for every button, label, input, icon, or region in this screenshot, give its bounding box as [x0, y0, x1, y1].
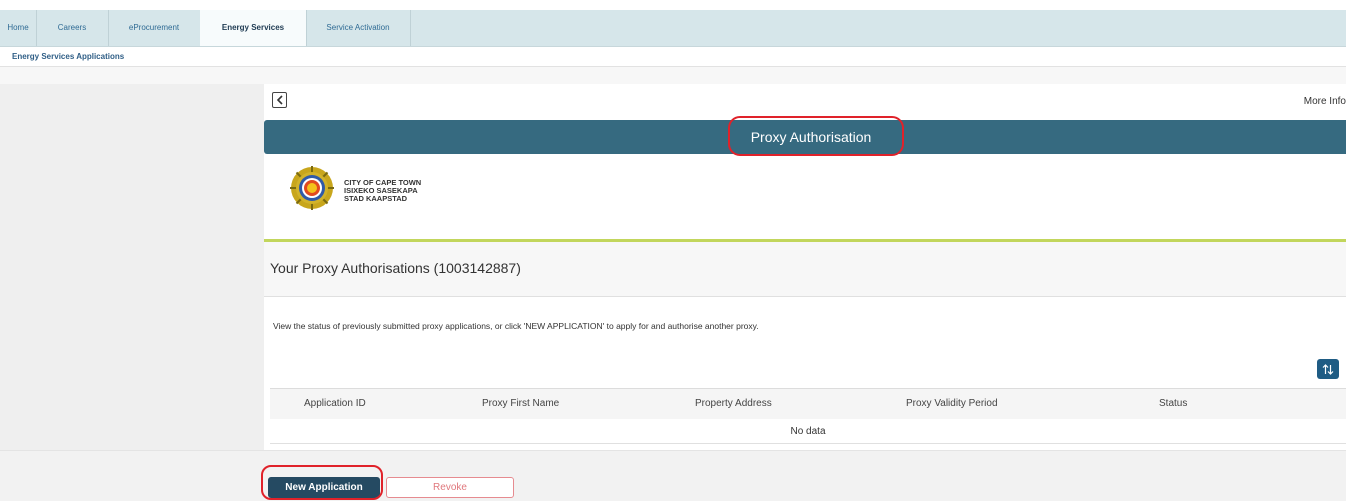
- tab-service-activation[interactable]: Service Activation: [306, 10, 411, 46]
- column-header-application-id[interactable]: Application ID: [304, 398, 366, 409]
- title-bar: Proxy Authorisation: [264, 116, 1346, 156]
- revoke-button[interactable]: Revoke: [386, 477, 514, 498]
- column-header-status[interactable]: Status: [1159, 398, 1187, 409]
- section-title: Your Proxy Authorisations (1003142887): [270, 260, 521, 276]
- logo-line: STAD KAAPSTAD: [344, 194, 408, 203]
- chevron-left-icon: [276, 95, 283, 105]
- subnav-link-energy-services-applications[interactable]: Energy Services Applications: [12, 52, 124, 61]
- tab-eprocurement[interactable]: eProcurement: [108, 10, 201, 46]
- tab-label: Energy Services: [221, 23, 285, 32]
- column-header-property-address[interactable]: Property Address: [695, 398, 772, 409]
- top-strip: [0, 0, 1346, 10]
- logo-text: CITY OF CAPE TOWN ISIXEKO SASEKAPA STAD …: [344, 179, 421, 203]
- tab-energy-services[interactable]: Energy Services: [200, 10, 307, 46]
- left-panel: [0, 84, 264, 450]
- column-header-proxy-first-name[interactable]: Proxy First Name: [482, 398, 559, 409]
- more-info-link[interactable]: More Info: [1304, 96, 1346, 107]
- sort-button[interactable]: [1317, 359, 1339, 379]
- tab-careers[interactable]: Careers: [36, 10, 109, 46]
- empty-state-text: No data: [790, 426, 826, 437]
- back-button[interactable]: [272, 92, 287, 108]
- main-content: More Info Proxy Authorisation CITY OF CA…: [264, 84, 1346, 450]
- sub-nav-bar: Energy Services Applications: [0, 47, 1346, 67]
- city-logo-icon: [290, 166, 334, 210]
- tab-label: Careers: [57, 23, 87, 32]
- section-description: View the status of previously submitted …: [273, 321, 759, 331]
- top-nav-bar: Home Careers eProcurement Energy Service…: [0, 10, 1346, 47]
- sort-icon: [1322, 363, 1334, 375]
- column-header-proxy-validity-period[interactable]: Proxy Validity Period: [906, 398, 998, 409]
- section-header: Your Proxy Authorisations (1003142887): [264, 242, 1346, 297]
- highlight-annotation: [728, 116, 904, 156]
- table-header: Application ID Proxy First Name Property…: [270, 388, 1346, 420]
- table-empty-row: No data: [270, 419, 1346, 444]
- highlight-annotation: [261, 465, 383, 500]
- tab-home[interactable]: Home: [0, 10, 37, 46]
- tab-label: Service Activation: [326, 23, 390, 32]
- tab-label: Home: [7, 23, 29, 32]
- footer-band: [0, 450, 1346, 501]
- tab-label: eProcurement: [128, 23, 180, 32]
